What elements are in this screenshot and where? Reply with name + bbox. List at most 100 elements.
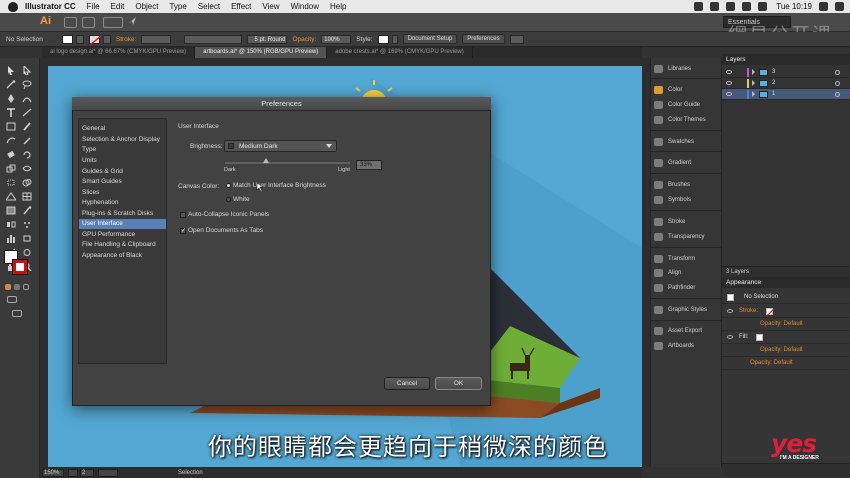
mesh-tool-icon[interactable] bbox=[22, 192, 32, 201]
fill-swatch-icon[interactable] bbox=[756, 333, 764, 341]
auto-collapse-checkbox[interactable] bbox=[180, 212, 186, 218]
symbol-sprayer-tool-icon[interactable] bbox=[22, 220, 32, 229]
shaper-tool-icon[interactable] bbox=[6, 136, 16, 145]
menu-edit[interactable]: Edit bbox=[111, 2, 125, 11]
opacity-label[interactable]: Opacity: bbox=[292, 36, 316, 43]
search-icon[interactable] bbox=[819, 2, 828, 11]
blend-tool-icon[interactable] bbox=[6, 220, 16, 229]
tab-artboards[interactable]: artboards.ai* @ 150% (RGB/GPU Preview) bbox=[195, 47, 328, 58]
stroke-label[interactable]: Stroke: bbox=[116, 36, 137, 43]
target-circle-icon[interactable] bbox=[835, 91, 840, 97]
layer-name[interactable]: 2 bbox=[772, 80, 775, 86]
stroke-color-icon[interactable] bbox=[12, 259, 28, 275]
menu-list-icon[interactable] bbox=[835, 2, 844, 11]
direct-selection-tool-icon[interactable] bbox=[22, 66, 32, 75]
stroke-dropdown[interactable] bbox=[102, 34, 111, 44]
menubar-clock[interactable]: Tue 10:19 bbox=[776, 2, 812, 11]
visibility-eye-icon[interactable] bbox=[726, 92, 732, 96]
panel-stroke[interactable]: Stroke bbox=[654, 216, 685, 228]
variable-width-profile[interactable] bbox=[184, 34, 243, 44]
appearance-fill-opacity-row[interactable]: Opacity: Default bbox=[722, 344, 850, 357]
layer-row[interactable]: 3 bbox=[722, 67, 850, 78]
rectangle-tool-icon[interactable] bbox=[6, 122, 16, 131]
shape-builder-tool-icon[interactable] bbox=[22, 178, 32, 187]
panel-symbols[interactable]: Symbols bbox=[654, 194, 691, 206]
panel-swatches[interactable]: Swatches bbox=[654, 136, 694, 148]
perspective-grid-tool-icon[interactable] bbox=[6, 192, 16, 201]
category-general[interactable]: General bbox=[79, 124, 166, 134]
category-units[interactable]: Units bbox=[79, 156, 166, 166]
menu-window[interactable]: Window bbox=[291, 2, 319, 11]
battery-icon[interactable] bbox=[758, 2, 768, 11]
vertical-scrollbar[interactable] bbox=[642, 58, 650, 467]
layer-name[interactable]: 3 bbox=[772, 69, 775, 75]
stroke-weight-field[interactable] bbox=[141, 34, 172, 44]
type-tool-icon[interactable] bbox=[6, 108, 16, 117]
panel-graphic-styles[interactable]: Graphic Styles bbox=[654, 304, 707, 316]
color-mode-icon[interactable] bbox=[5, 284, 11, 290]
category-slices[interactable]: Slices bbox=[79, 188, 166, 198]
panel-artboards[interactable]: Artboards bbox=[654, 340, 694, 352]
cancel-button[interactable]: Cancel bbox=[384, 377, 430, 390]
fill-swatch[interactable] bbox=[61, 34, 73, 44]
paintbrush-tool-icon[interactable] bbox=[22, 122, 32, 131]
lock-toggle-icon[interactable] bbox=[737, 81, 742, 86]
category-file-handling[interactable]: File Handling & Clipboard bbox=[79, 240, 166, 250]
open-as-tabs-checkbox[interactable]: ✓ bbox=[180, 228, 186, 234]
lock-toggle-icon[interactable] bbox=[737, 92, 742, 97]
gradient-mode-icon[interactable] bbox=[14, 284, 20, 290]
selection-tool-icon[interactable] bbox=[6, 66, 16, 75]
category-user-interface[interactable]: User Interface bbox=[79, 219, 166, 229]
gradient-tool-icon[interactable] bbox=[6, 206, 16, 215]
free-transform-tool-icon[interactable] bbox=[6, 178, 16, 187]
panel-libraries[interactable]: Libraries bbox=[654, 63, 691, 75]
canvas-white-radio[interactable] bbox=[226, 197, 231, 202]
rotate-tool-icon[interactable] bbox=[22, 150, 32, 159]
visibility-eye-icon[interactable] bbox=[727, 309, 733, 313]
graphic-style-dropdown[interactable] bbox=[391, 34, 398, 44]
category-gpu-performance[interactable]: GPU Performance bbox=[79, 230, 166, 240]
category-selection-anchor[interactable]: Selection & Anchor Display bbox=[79, 135, 166, 145]
panel-transform[interactable]: Transform bbox=[654, 253, 695, 265]
panel-gradient[interactable]: Gradient bbox=[654, 157, 691, 169]
visibility-eye-icon[interactable] bbox=[727, 335, 733, 339]
appearance-panel-tab[interactable]: Appearance bbox=[722, 277, 850, 288]
status-icon[interactable] bbox=[710, 2, 720, 11]
visibility-eye-icon[interactable] bbox=[726, 81, 732, 85]
panel-align[interactable]: Align bbox=[654, 267, 681, 279]
opacity-field[interactable]: 100% bbox=[321, 34, 352, 44]
line-segment-tool-icon[interactable] bbox=[22, 108, 32, 117]
appearance-stroke-row[interactable]: Stroke: bbox=[722, 305, 850, 318]
category-smart-guides[interactable]: Smart Guides bbox=[79, 177, 166, 187]
brightness-slider[interactable] bbox=[225, 162, 350, 164]
stroke-swatch[interactable] bbox=[88, 34, 101, 45]
eyedropper-tool-icon[interactable] bbox=[22, 206, 32, 215]
eraser-alt-tool-icon[interactable] bbox=[22, 248, 32, 257]
lasso-tool-icon[interactable] bbox=[22, 80, 32, 89]
align-options-icon[interactable] bbox=[509, 34, 524, 44]
menu-view[interactable]: View bbox=[262, 2, 279, 11]
fill-dropdown[interactable] bbox=[75, 34, 84, 44]
open-as-tabs-label[interactable]: Open Documents As Tabs bbox=[188, 227, 263, 234]
expand-triangle-icon[interactable] bbox=[752, 69, 755, 75]
bridge-icon[interactable] bbox=[64, 17, 77, 28]
pencil-tool-icon[interactable] bbox=[22, 136, 32, 145]
canvas-match-radio[interactable] bbox=[226, 183, 231, 188]
appearance-opacity-row[interactable]: Opacity: Default bbox=[722, 357, 850, 370]
appearance-stroke-opacity-row[interactable]: Opacity: Default bbox=[722, 318, 850, 331]
category-guides-grid[interactable]: Guides & Grid bbox=[79, 167, 166, 177]
horizontal-ruler[interactable] bbox=[40, 58, 642, 66]
brightness-slider-thumb[interactable] bbox=[263, 158, 269, 163]
auto-collapse-label[interactable]: Auto-Collapse Iconic Panels bbox=[188, 211, 269, 218]
panel-brushes[interactable]: Brushes bbox=[654, 179, 690, 191]
wifi-icon[interactable] bbox=[742, 2, 752, 11]
ok-button[interactable]: OK bbox=[435, 377, 482, 390]
document-setup-button[interactable]: Document Setup bbox=[402, 34, 458, 44]
menu-help[interactable]: Help bbox=[330, 2, 346, 11]
lock-toggle-icon[interactable] bbox=[737, 70, 742, 75]
tab-adobe-crests[interactable]: adobe crests.ai* @ 169% (CMYK/GPU Previe… bbox=[327, 47, 473, 58]
first-artboard-button[interactable] bbox=[68, 468, 78, 477]
category-type[interactable]: Type bbox=[79, 145, 166, 155]
panel-transparency[interactable]: Transparency bbox=[654, 231, 704, 243]
current-tool-status[interactable]: Selection bbox=[178, 470, 203, 476]
